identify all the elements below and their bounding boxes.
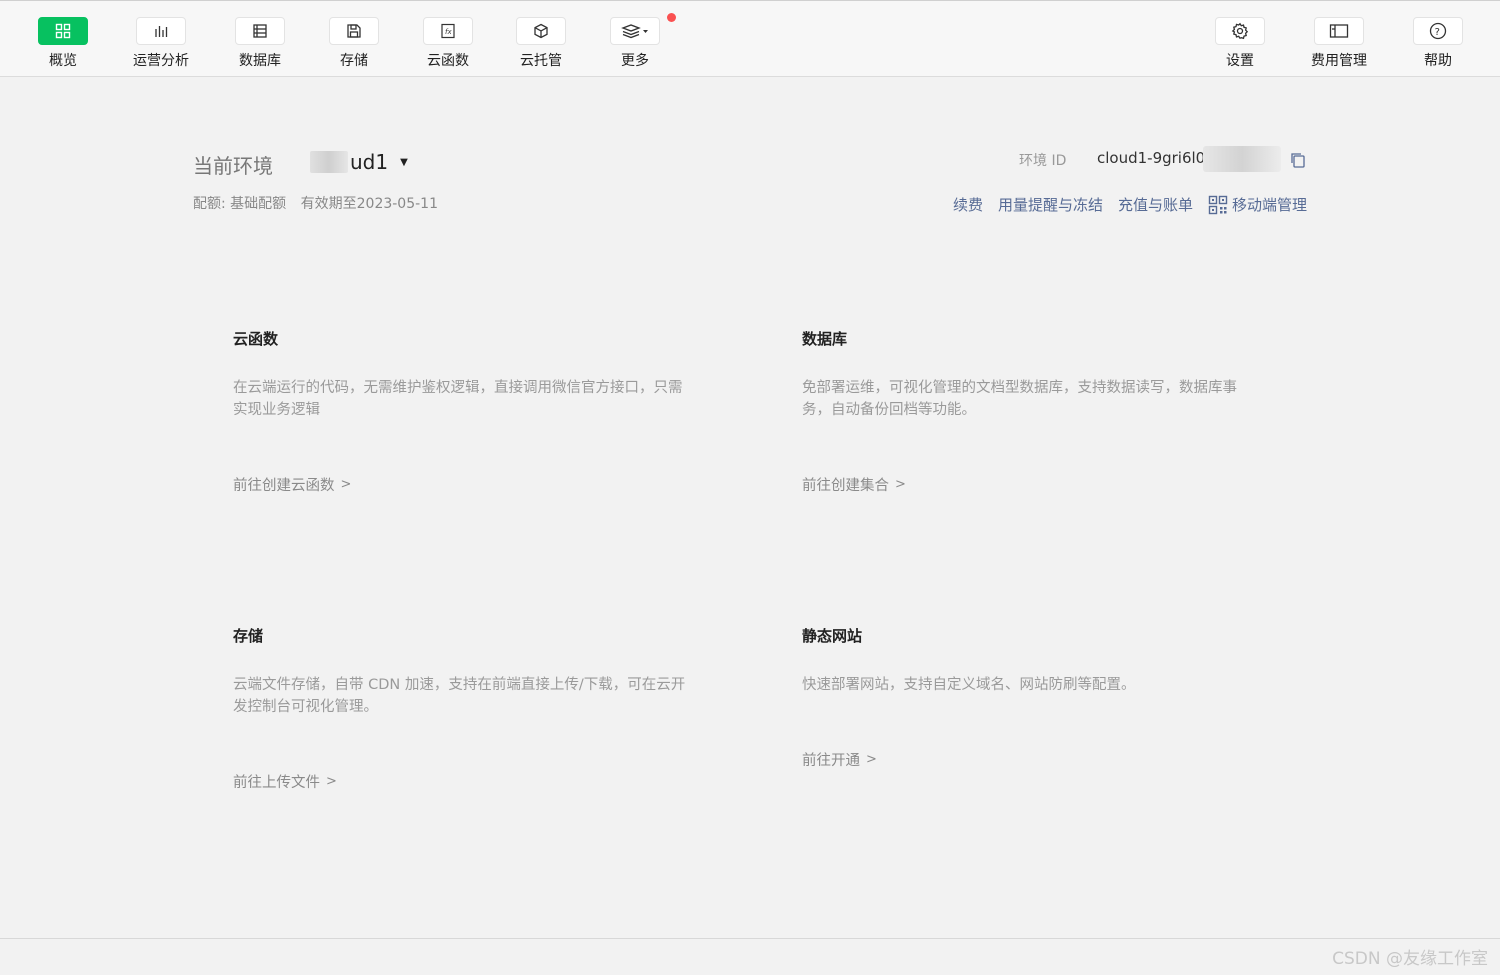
bar-chart-icon [136,17,186,45]
watermark: CSDN @友缘工作室 [1332,949,1488,969]
tool-label: 云托管 [520,53,562,69]
upload-file-link[interactable]: 前往上传文件 > [233,771,337,792]
create-function-link[interactable]: 前往创建云函数 > [233,474,351,495]
tool-label: 费用管理 [1311,53,1367,69]
quota-info: 配额: 基础配额 有效期至2023-05-11 [193,193,448,213]
tool-label: 云函数 [427,53,469,69]
cube-icon [516,17,566,45]
card-description: 云端文件存储，自带 CDN 加速，支持在前端直接上传/下载，可在云开发控制台可视… [233,677,686,715]
mobile-management-label: 移动端管理 [1231,196,1307,214]
chevron-right-icon: > [866,752,877,767]
card-link-label: 前往上传文件 [233,775,320,791]
tool-billing[interactable]: 费用管理 [1299,17,1379,73]
quota-label: 配额: 基础配额 [193,196,287,212]
env-selector[interactable]: ud1 ▼ [310,150,408,174]
card-title: 存储 [233,627,264,645]
tool-overview[interactable]: 概览 [23,17,103,73]
tool-cloud-hosting[interactable]: 云托管 [501,17,581,73]
function-icon: fx [423,17,473,45]
chevron-right-icon: > [895,477,906,492]
tool-settings[interactable]: 设置 [1200,17,1280,73]
database-icon [235,17,285,45]
card-title: 静态网站 [802,627,863,645]
tool-label: 设置 [1226,53,1254,69]
wallet-icon [1314,17,1364,45]
card-title: 数据库 [802,330,848,348]
save-icon [329,17,379,45]
chevron-right-icon: > [340,477,352,492]
usage-alert-link[interactable]: 用量提醒与冻结 [998,194,1103,215]
redacted-text [310,151,348,173]
gear-icon [1215,17,1265,45]
tool-analytics[interactable]: 运营分析 [121,17,201,73]
card-link-label: 前往创建集合 [802,478,889,494]
card-storage: 存储 云端文件存储，自带 CDN 加速，支持在前端直接上传/下载，可在云开发控制… [233,625,693,795]
tool-label: 运营分析 [133,53,189,69]
tool-more[interactable]: 更多 [595,13,676,73]
card-link-label: 前往创建云函数 [233,478,335,494]
tool-database[interactable]: 数据库 [220,17,300,73]
env-name: ud1 [350,150,389,174]
tool-label: 更多 [621,53,649,69]
grid-icon [38,17,88,45]
create-collection-link[interactable]: 前往创建集合 > [802,474,906,495]
renew-link[interactable]: 续费 [953,194,983,215]
svg-text:fx: fx [445,28,452,36]
layers-icon [610,13,676,45]
card-description: 快速部署网站，支持自定义域名、网站防刷等配置。 [802,677,1136,693]
card-description: 在云端运行的代码，无需维护鉴权逻辑，直接调用微信官方接口，只需实现业务逻辑 [233,380,683,418]
recharge-bill-link[interactable]: 充值与账单 [1118,194,1193,215]
help-icon: ? [1413,17,1463,45]
enable-website-link[interactable]: 前往开通 > [802,749,877,770]
caret-down-icon: ▼ [400,156,408,168]
tool-label: 存储 [340,53,368,69]
tool-storage[interactable]: 存储 [314,17,394,73]
tool-help[interactable]: ? 帮助 [1398,17,1478,73]
tool-label: 概览 [49,53,77,69]
divider [0,938,1500,939]
card-title: 云函数 [233,330,279,348]
copy-icon[interactable] [1289,151,1307,173]
env-id-label: 环境 ID [1019,153,1067,169]
tool-cloud-function[interactable]: fx 云函数 [408,17,488,73]
card-link-label: 前往开通 [802,753,860,769]
mobile-management-link[interactable]: 移动端管理 [1208,194,1307,215]
expiry-label: 有效期至2023-05-11 [300,196,438,212]
chevron-right-icon: > [326,774,337,789]
tool-label: 帮助 [1424,53,1452,69]
qrcode-icon [1208,195,1228,214]
top-toolbar: 概览 运营分析 数据库 存储 fx 云函数 云托管 更多 设置 费用管理 ? 帮… [0,0,1500,77]
tool-label: 数据库 [239,53,281,69]
card-cloud-function: 云函数 在云端运行的代码，无需维护鉴权逻辑，直接调用微信官方接口，只需实现业务逻… [233,328,693,498]
card-static-website: 静态网站 快速部署网站，支持自定义域名、网站防刷等配置。 前往开通 > [802,625,1262,775]
redacted-text [1203,146,1281,172]
env-id-value: cloud1-9gri6l0c [1097,149,1214,167]
card-database: 数据库 免部署运维，可视化管理的文档型数据库，支持数据读写，数据库事务，自动备份… [802,328,1262,498]
current-env-label: 当前环境 [193,154,273,178]
env-action-links: 续费 用量提醒与冻结 充值与账单 移动端管理 [953,194,1307,215]
card-description: 免部署运维，可视化管理的文档型数据库，支持数据读写，数据库事务，自动备份回档等功… [802,380,1237,418]
svg-text:?: ? [1435,27,1440,38]
notification-badge [667,13,676,22]
